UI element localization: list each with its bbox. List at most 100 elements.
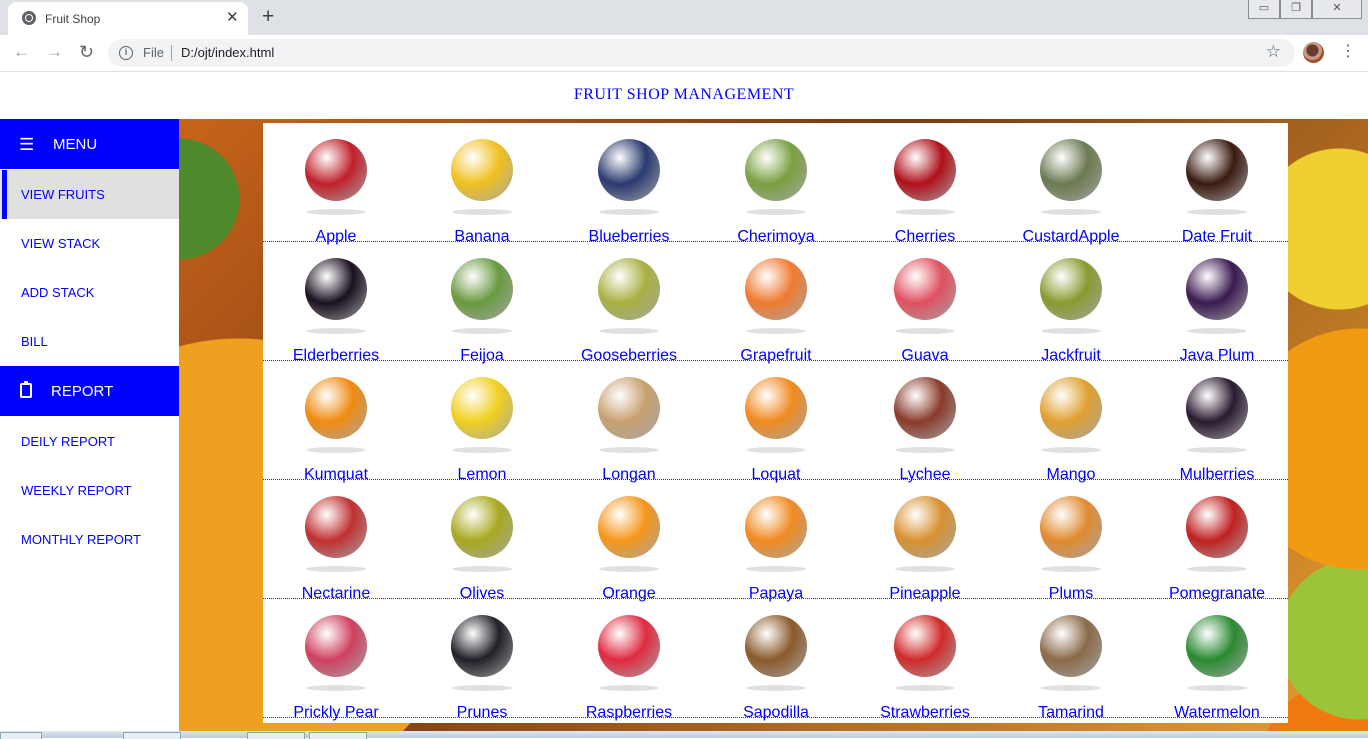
fruit-image[interactable] [439, 609, 525, 691]
fruit-image[interactable] [439, 371, 525, 453]
fruit-card[interactable]: Guava [852, 242, 998, 364]
fruit-card[interactable]: Loquat [703, 361, 849, 483]
sidebar-item-monthly-report[interactable]: MONTHLY REPORT [0, 515, 179, 564]
fruit-image[interactable] [882, 252, 968, 334]
browser-tab[interactable]: Fruit Shop ✕ [8, 2, 248, 35]
sidebar-item-daily-report[interactable]: DEILY REPORT [0, 417, 179, 466]
menu-header[interactable]: ☰ MENU [0, 119, 179, 169]
profile-avatar[interactable] [1303, 42, 1324, 63]
fruit-card[interactable]: Jackfruit [998, 242, 1144, 364]
fruit-card[interactable]: Pineapple [852, 480, 998, 602]
fruit-image[interactable] [586, 371, 672, 453]
fruit-card[interactable]: Raspberries [556, 599, 702, 721]
sidebar-item-bill[interactable]: BILL [0, 317, 179, 366]
fruit-card[interactable]: Prickly Pear [263, 599, 409, 721]
fruit-image[interactable] [1174, 371, 1260, 453]
fruit-image[interactable] [1174, 252, 1260, 334]
fruit-card[interactable]: Prunes [409, 599, 555, 721]
fruit-card[interactable]: Date Fruit [1144, 123, 1290, 245]
fruit-card[interactable]: Sapodilla [703, 599, 849, 721]
sidebar-item-add-stack[interactable]: ADD STACK [0, 268, 179, 317]
fruit-card[interactable]: Mango [998, 361, 1144, 483]
fruit-card[interactable]: Watermelon [1144, 599, 1290, 721]
fruit-card[interactable]: Cherimoya [703, 123, 849, 245]
fruit-image[interactable] [733, 609, 819, 691]
forward-arrow-icon[interactable]: → [46, 41, 63, 63]
fruit-image[interactable] [882, 609, 968, 691]
sidebar-item-view-stack[interactable]: VIEW STACK [0, 219, 179, 268]
sidebar-item-weekly-report[interactable]: WEEKLY REPORT [0, 466, 179, 515]
fruit-card[interactable]: Olives [409, 480, 555, 602]
new-tab-button[interactable]: + [262, 5, 274, 29]
fruit-image[interactable] [882, 371, 968, 453]
fruit-card[interactable]: Longan [556, 361, 702, 483]
fruit-image[interactable] [1174, 609, 1260, 691]
close-window-button[interactable]: ✕ [1312, 0, 1362, 19]
fruit-label[interactable]: Prunes [409, 704, 555, 722]
fruit-image[interactable] [1028, 371, 1114, 453]
address-bar[interactable]: i File D:/ojt/index.html ☆ [108, 39, 1295, 67]
fruit-card[interactable]: Banana [409, 123, 555, 245]
url-text[interactable]: D:/ojt/index.html [181, 45, 274, 60]
fruit-image[interactable] [439, 252, 525, 334]
fruit-card[interactable]: Tamarind [998, 599, 1144, 721]
fruit-image[interactable] [882, 490, 968, 572]
fruit-image[interactable] [439, 133, 525, 215]
fruit-image[interactable] [293, 490, 379, 572]
fruit-card[interactable]: Gooseberries [556, 242, 702, 364]
fruit-card[interactable]: CustardApple [998, 123, 1144, 245]
fruit-card[interactable]: Papaya [703, 480, 849, 602]
fruit-image[interactable] [586, 252, 672, 334]
fruit-card[interactable]: Cherries [852, 123, 998, 245]
close-tab-icon[interactable]: ✕ [226, 9, 239, 26]
fruit-card[interactable]: Feijoa [409, 242, 555, 364]
fruit-card[interactable]: Java Plum [1144, 242, 1290, 364]
fruit-card[interactable]: Grapefruit [703, 242, 849, 364]
fruit-card[interactable]: Blueberries [556, 123, 702, 245]
fruit-image[interactable] [293, 609, 379, 691]
fruit-card[interactable]: Lemon [409, 361, 555, 483]
fruit-image[interactable] [1028, 133, 1114, 215]
restore-button[interactable]: ❐ [1280, 0, 1312, 19]
fruit-card[interactable]: Kumquat [263, 361, 409, 483]
fruit-card[interactable]: Mulberries [1144, 361, 1290, 483]
fruit-card[interactable]: Strawberries [852, 599, 998, 721]
info-icon[interactable]: i [119, 46, 133, 60]
fruit-image[interactable] [733, 133, 819, 215]
fruit-card[interactable]: Lychee [852, 361, 998, 483]
back-arrow-icon[interactable]: ← [13, 41, 30, 63]
fruit-label[interactable]: Sapodilla [703, 704, 849, 722]
fruit-image[interactable] [1174, 133, 1260, 215]
fruit-image[interactable] [293, 252, 379, 334]
fruit-image[interactable] [586, 609, 672, 691]
minimize-button[interactable]: ▭ [1248, 0, 1280, 19]
fruit-image[interactable] [586, 133, 672, 215]
fruit-image[interactable] [439, 490, 525, 572]
report-header[interactable]: REPORT [0, 366, 179, 416]
fruit-image[interactable] [1028, 609, 1114, 691]
fruit-label[interactable]: Watermelon [1144, 704, 1290, 722]
fruit-image[interactable] [733, 252, 819, 334]
fruit-image[interactable] [882, 133, 968, 215]
bookmark-star-icon[interactable]: ☆ [1266, 42, 1281, 62]
fruit-image[interactable] [1028, 490, 1114, 572]
fruit-card[interactable]: Elderberries [263, 242, 409, 364]
fruit-label[interactable]: Raspberries [556, 704, 702, 722]
fruit-image[interactable] [1174, 490, 1260, 572]
reload-icon[interactable]: ↻ [79, 41, 94, 63]
fruit-card[interactable]: Pomegranate [1144, 480, 1290, 602]
fruit-label[interactable]: Strawberries [852, 704, 998, 722]
more-options-icon[interactable]: ⋮ [1340, 43, 1356, 61]
fruit-image[interactable] [293, 133, 379, 215]
fruit-label[interactable]: Prickly Pear [263, 704, 409, 722]
fruit-image[interactable] [293, 371, 379, 453]
fruit-image[interactable] [733, 490, 819, 572]
fruit-image[interactable] [733, 371, 819, 453]
fruit-card[interactable]: Apple [263, 123, 409, 245]
fruit-card[interactable]: Plums [998, 480, 1144, 602]
fruit-card[interactable]: Orange [556, 480, 702, 602]
fruit-label[interactable]: Tamarind [998, 704, 1144, 722]
fruit-image[interactable] [1028, 252, 1114, 334]
fruit-image[interactable] [586, 490, 672, 572]
sidebar-item-view-fruits[interactable]: VIEW FRUITS [0, 170, 179, 219]
